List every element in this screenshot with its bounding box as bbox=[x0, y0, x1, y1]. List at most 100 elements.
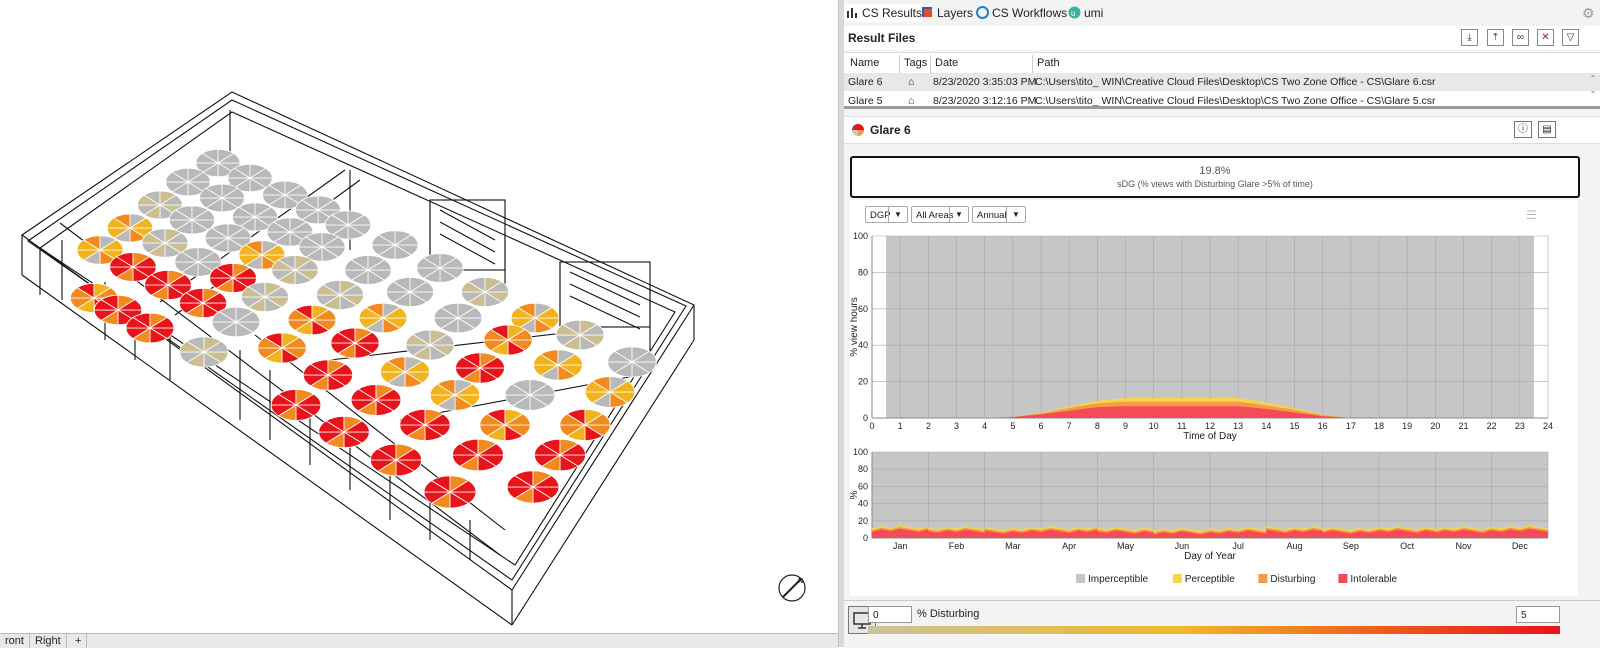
y-tick-label: 100 bbox=[853, 231, 868, 241]
x-tick-label: 1 bbox=[898, 421, 903, 431]
legend-label: Imperceptible bbox=[1088, 574, 1148, 585]
sdg-summary-box: 19.8% sDG (% views with Disturbing Glare… bbox=[850, 156, 1580, 198]
info-icon: ⓘ bbox=[1518, 124, 1528, 135]
legend-swatch bbox=[1338, 574, 1348, 583]
x-tick-label: Nov bbox=[1455, 541, 1472, 551]
y-tick-label: 0 bbox=[863, 413, 868, 423]
tab-cs-results-label: CS Results bbox=[862, 6, 923, 20]
x-tick-label: 18 bbox=[1374, 421, 1384, 431]
tab-layers-label: Layers bbox=[937, 6, 974, 20]
x-tick-label: Aug bbox=[1286, 541, 1302, 551]
legend-label: Intolerable bbox=[1350, 574, 1397, 585]
x-tick-label: 8 bbox=[1095, 421, 1100, 431]
delete-button[interactable]: ✕ bbox=[1537, 29, 1554, 46]
legend-label: Perceptible bbox=[1185, 574, 1235, 585]
tab-umi-label: umi bbox=[1084, 6, 1104, 20]
x-tick-label: Jan bbox=[893, 541, 908, 551]
x-tick-label: Oct bbox=[1400, 541, 1415, 551]
x-tick-label: 0 bbox=[869, 421, 874, 431]
add-viewport-icon[interactable]: + bbox=[70, 634, 88, 648]
y-tick-label: 80 bbox=[858, 464, 868, 474]
tag-icon[interactable]: ⌂ bbox=[908, 92, 914, 107]
save-report-button[interactable]: ▤ bbox=[1538, 121, 1556, 138]
workflow-icon bbox=[976, 6, 989, 19]
x-tick-label: 11 bbox=[1177, 421, 1186, 431]
pane-splitter[interactable] bbox=[844, 106, 1600, 109]
link-button[interactable]: ∞ bbox=[1512, 29, 1529, 46]
x-tick-label: 23 bbox=[1515, 421, 1525, 431]
x-tick-label: 6 bbox=[1038, 421, 1043, 431]
filter-button[interactable]: ▽ bbox=[1562, 29, 1579, 46]
x-tick-label: 7 bbox=[1067, 421, 1072, 431]
y-tick-label: 20 bbox=[858, 516, 868, 526]
x-tick-label: 10 bbox=[1149, 421, 1159, 431]
x-tick-label: 3 bbox=[954, 421, 959, 431]
gear-icon[interactable]: ⚙ bbox=[1582, 6, 1596, 20]
x-axis-label: Day of Year bbox=[1184, 551, 1236, 562]
document-icon: ▤ bbox=[1542, 124, 1552, 135]
column-header-path[interactable]: Path bbox=[1037, 57, 1060, 71]
y-tick-label: 60 bbox=[858, 481, 868, 491]
x-tick-label: 2 bbox=[926, 421, 931, 431]
office-model-3d: N bbox=[21, 91, 806, 626]
legend-swatch bbox=[1258, 574, 1268, 583]
file-list-scrollbar[interactable]: ⌃ ⌄ bbox=[1588, 73, 1598, 107]
table-row[interactable]: Glare 6 ⌂ 8/23/2020 3:35:03 PM C:\Users\… bbox=[844, 73, 1600, 91]
column-header-tags[interactable]: Tags bbox=[904, 57, 927, 71]
rhino-viewport[interactable]: N bbox=[0, 0, 838, 633]
x-axis-label: Time of Day bbox=[1183, 431, 1237, 442]
tab-layers[interactable]: Layers bbox=[919, 4, 973, 22]
x-tick-label: 19 bbox=[1402, 421, 1412, 431]
scale-min-input[interactable]: 0 bbox=[868, 606, 912, 623]
x-tick-label: Feb bbox=[949, 541, 965, 551]
scale-label: % Disturbing bbox=[917, 608, 980, 620]
table-row[interactable]: Glare 5 ⌂ 8/23/2020 3:12:16 PM C:\Users\… bbox=[844, 92, 1600, 107]
bar-chart-icon bbox=[847, 8, 857, 18]
glare-chart-svg: 0204060801000 1 2 3 4 5 6 7 8 9 10 11 12 13 14 15 16 17 18… bbox=[850, 231, 1553, 585]
column-header-date[interactable]: Date bbox=[935, 57, 958, 71]
x-tick-label: 14 bbox=[1261, 421, 1271, 431]
import-button[interactable]: ⤓ bbox=[1461, 29, 1478, 46]
viewport-tabs: ront Right + bbox=[0, 633, 838, 648]
row-date: 8/23/2020 3:35:03 PM bbox=[933, 76, 1037, 88]
glare-sensor-discs bbox=[69, 148, 657, 509]
export-button[interactable]: ⤒ bbox=[1487, 29, 1504, 46]
link-icon: ∞ bbox=[1516, 32, 1525, 43]
scale-max-input[interactable]: 5 bbox=[1516, 606, 1560, 623]
tab-umi[interactable]: u umi bbox=[1066, 4, 1103, 22]
column-header-name[interactable]: Name bbox=[850, 57, 879, 71]
x-tick-label: Apr bbox=[1062, 541, 1076, 551]
x-tick-label: 12 bbox=[1205, 421, 1215, 431]
glare-charts: DGP ▼ All Areas ▼ Annual ▼ ☰ 0 20 40 60 80 100 0 1… bbox=[850, 200, 1578, 596]
import-icon: ⤓ bbox=[1467, 32, 1472, 43]
x-tick-label: 15 bbox=[1289, 421, 1299, 431]
row-name: Glare 5 bbox=[848, 95, 883, 107]
cs-results-panel: CS Results Layers CS Workflows u umi ⚙ Re… bbox=[844, 0, 1600, 648]
result-files-table: Name Tags Date Path Glare 6 ⌂ 8/23/2020 … bbox=[844, 52, 1600, 107]
x-tick-label: 21 bbox=[1458, 421, 1468, 431]
row-path: C:\Users\tito_ WIN\Creative Cloud Files\… bbox=[1035, 95, 1436, 107]
close-icon: ✕ bbox=[1541, 32, 1550, 43]
result-files-title: Result Files bbox=[848, 31, 916, 45]
x-tick-label: Jun bbox=[1175, 541, 1190, 551]
y-tick-label: 100 bbox=[853, 447, 868, 457]
tab-cs-workflows[interactable]: CS Workflows bbox=[974, 4, 1067, 22]
tab-cs-workflows-label: CS Workflows bbox=[992, 6, 1068, 20]
tag-icon[interactable]: ⌂ bbox=[908, 73, 914, 91]
x-tick-label: 16 bbox=[1318, 421, 1328, 431]
x-tick-label: Sep bbox=[1343, 541, 1359, 551]
glare-result-icon bbox=[852, 124, 864, 136]
y-tick-label: 0 bbox=[863, 533, 868, 543]
x-tick-label: Jul bbox=[1232, 541, 1244, 551]
row-date: 8/23/2020 3:12:16 PM bbox=[933, 95, 1037, 107]
x-tick-label: May bbox=[1117, 541, 1135, 551]
row-name: Glare 6 bbox=[848, 76, 883, 88]
export-icon: ⤒ bbox=[1493, 32, 1498, 43]
x-tick-label: 5 bbox=[1010, 421, 1015, 431]
info-button[interactable]: ⓘ bbox=[1514, 121, 1532, 138]
svg-text:u: u bbox=[1071, 9, 1075, 18]
viewport-tab-front[interactable]: ront bbox=[0, 634, 30, 648]
viewport-tab-right[interactable]: Right bbox=[30, 634, 67, 648]
tab-cs-results[interactable]: CS Results bbox=[844, 4, 923, 22]
y-tick-label: 20 bbox=[858, 377, 868, 387]
